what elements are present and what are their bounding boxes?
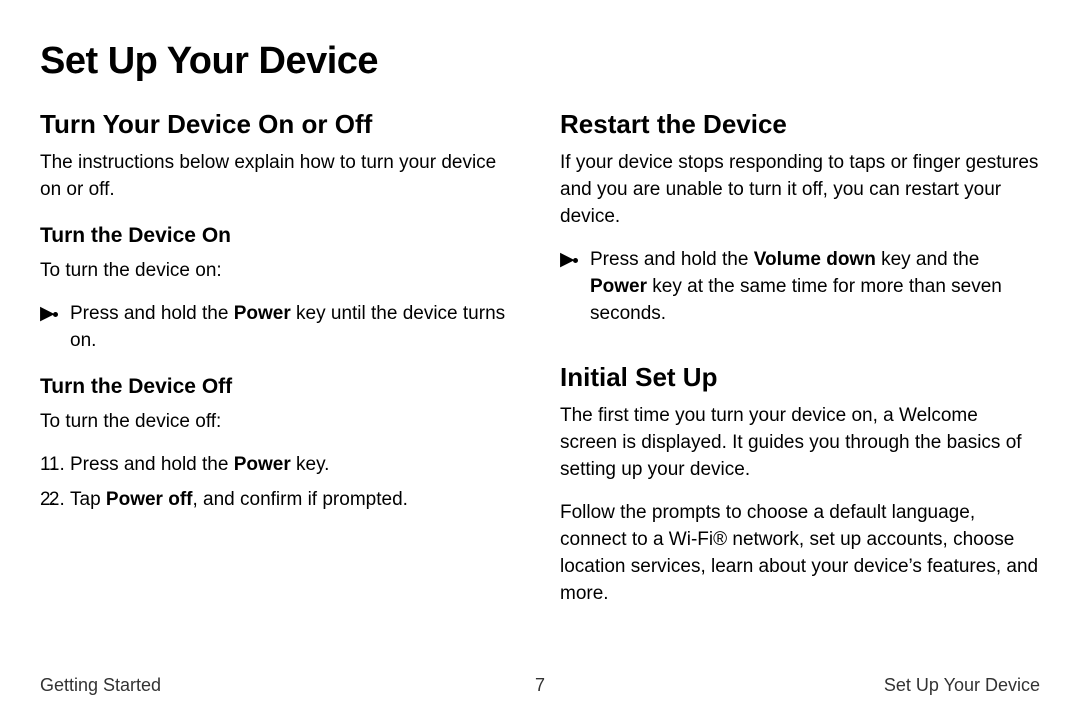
right-column: Restart the Device If your device stops … bbox=[560, 109, 1040, 624]
steps-turn-on: ▶ Press and hold the Power key until the… bbox=[40, 301, 520, 355]
heading-turn-on-off: Turn Your Device On or Off bbox=[40, 109, 520, 140]
heading-initial-setup: Initial Set Up bbox=[560, 362, 1040, 393]
footer-section-right: Set Up Your Device bbox=[884, 675, 1040, 696]
triangle-icon: ▶ bbox=[40, 301, 64, 328]
page-title: Set Up Your Device bbox=[40, 40, 1040, 83]
footer-section-left: Getting Started bbox=[40, 675, 161, 696]
step-text: key. bbox=[291, 454, 330, 475]
step-turn-off-1: 1. Press and hold the Power key. bbox=[70, 452, 520, 479]
triangle-icon: ▶ bbox=[560, 247, 584, 274]
step-number: 2. bbox=[40, 487, 64, 514]
intro-restart: If your device stops responding to taps … bbox=[560, 150, 1040, 231]
initial-setup-p2: Follow the prompts to choose a default l… bbox=[560, 500, 1040, 608]
lead-turn-off: To turn the device off: bbox=[40, 409, 520, 436]
step-text: key at the same time for more than seven… bbox=[590, 276, 1002, 324]
content-columns: Turn Your Device On or Off The instructi… bbox=[40, 109, 1040, 624]
step-bold: Power off bbox=[106, 489, 193, 510]
heading-restart: Restart the Device bbox=[560, 109, 1040, 140]
step-number: 1. bbox=[40, 452, 64, 479]
step-restart-1: ▶ Press and hold the Volume down key and… bbox=[590, 247, 1040, 328]
steps-turn-off: 1. Press and hold the Power key. 2. Tap … bbox=[40, 452, 520, 514]
step-text: Press and hold the bbox=[70, 303, 234, 324]
intro-turn-on-off: The instructions below explain how to tu… bbox=[40, 150, 520, 204]
initial-setup-p1: The first time you turn your device on, … bbox=[560, 403, 1040, 484]
step-text: key and the bbox=[876, 249, 980, 270]
step-bold: Power bbox=[234, 303, 291, 324]
footer-page-number: 7 bbox=[535, 675, 545, 696]
step-text: Tap bbox=[70, 489, 106, 510]
step-turn-off-2: 2. Tap Power off, and confirm if prompte… bbox=[70, 487, 520, 514]
heading-turn-off: Turn the Device Off bbox=[40, 375, 520, 399]
step-text: , and confirm if prompted. bbox=[192, 489, 407, 510]
step-turn-on-1: ▶ Press and hold the Power key until the… bbox=[70, 301, 520, 355]
left-column: Turn Your Device On or Off The instructi… bbox=[40, 109, 520, 624]
lead-turn-on: To turn the device on: bbox=[40, 258, 520, 285]
step-text: Press and hold the bbox=[590, 249, 754, 270]
heading-turn-on: Turn the Device On bbox=[40, 224, 520, 248]
step-bold: Volume down bbox=[754, 249, 876, 270]
step-text: Press and hold the bbox=[70, 454, 234, 475]
steps-restart: ▶ Press and hold the Volume down key and… bbox=[560, 247, 1040, 328]
step-bold: Power bbox=[590, 276, 647, 297]
step-bold: Power bbox=[234, 454, 291, 475]
page-footer: Getting Started 7 Set Up Your Device bbox=[40, 675, 1040, 696]
